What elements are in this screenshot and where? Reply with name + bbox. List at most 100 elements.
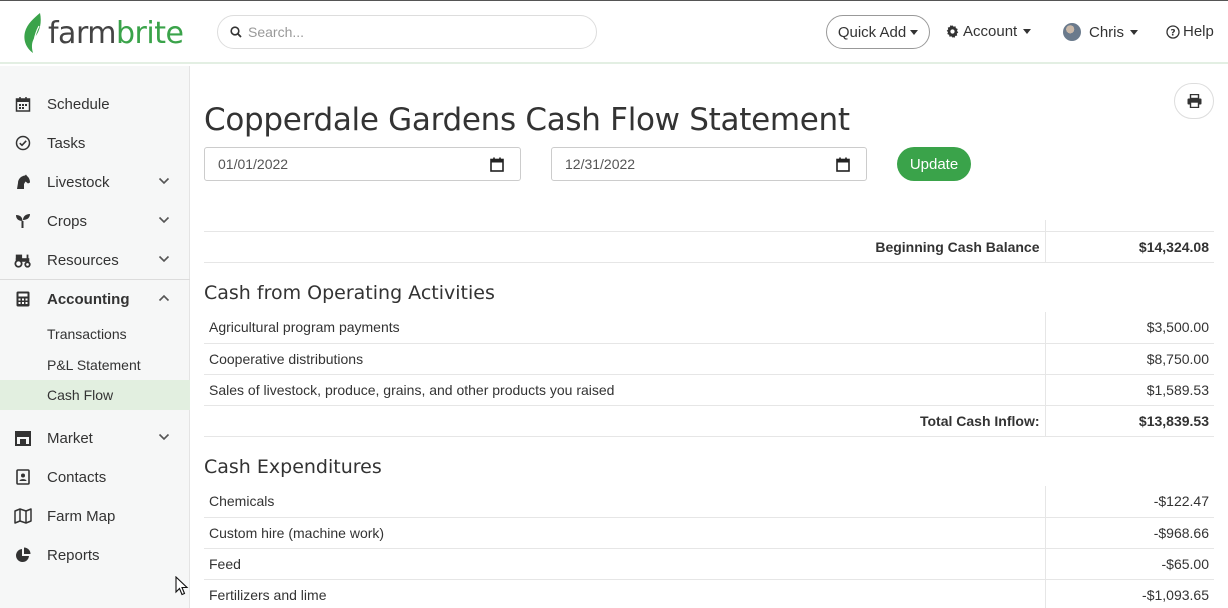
sidebar-item-schedule[interactable]: Schedule — [0, 85, 190, 123]
mouse-cursor-icon — [175, 576, 189, 596]
map-icon — [14, 507, 32, 525]
help-link[interactable]: ? Help — [1166, 23, 1214, 40]
table-row: Total Cash Inflow: $13,839.53 — [204, 404, 1214, 437]
inflow-amount: $8,750.00 — [1044, 342, 1214, 374]
sidebar-item-market[interactable]: Market — [0, 419, 190, 457]
expense-label: Feed — [204, 547, 1045, 579]
printer-icon — [1187, 94, 1201, 108]
store-icon — [14, 429, 32, 447]
logo-brite-text: brite — [115, 15, 184, 51]
sidebar-label: Contacts — [47, 468, 107, 486]
user-name: Chris — [1089, 23, 1125, 41]
avatar — [1063, 23, 1081, 41]
sidebar-item-reports[interactable]: Reports — [0, 536, 190, 574]
expense-amount: -$1,093.65 — [1044, 578, 1214, 608]
expenditures-heading: Cash Expenditures — [204, 456, 382, 478]
operating-activities-table: Agricultural program payments $3,500.00 … — [204, 312, 1214, 437]
leaf-logo-icon — [24, 13, 41, 54]
quick-add-label: Quick Add — [837, 23, 907, 41]
sidebar-subitem-transactions[interactable]: Transactions — [0, 319, 190, 349]
gear-icon — [946, 25, 959, 38]
sidebar-label: Reports — [47, 546, 100, 564]
inflow-label: Agricultural program payments — [209, 319, 400, 336]
beginning-balance-label: Beginning Cash Balance — [204, 230, 1045, 263]
sidebar-item-crops[interactable]: Crops — [0, 202, 190, 240]
seedling-icon — [14, 212, 32, 230]
start-date-input[interactable]: 01/01/2022 — [204, 147, 521, 181]
total-inflow-label: Total Cash Inflow: — [204, 404, 1045, 437]
caret-down-icon — [910, 29, 919, 35]
check-circle-icon — [14, 134, 32, 152]
page-title: Copperdale Gardens Cash Flow Statement — [204, 102, 850, 138]
print-button[interactable] — [1174, 83, 1214, 119]
quick-add-button[interactable]: Quick Add — [826, 15, 930, 49]
caret-down-icon — [1023, 29, 1032, 34]
search-box[interactable] — [217, 15, 597, 49]
sidebar-subitem-cash-flow[interactable]: Cash Flow — [0, 380, 190, 410]
calculator-icon — [14, 290, 32, 308]
expense-amount: -$122.47 — [1044, 486, 1214, 517]
expense-amount: -$65.00 — [1044, 547, 1214, 579]
help-label: Help — [1183, 23, 1214, 40]
sidebar-item-resources[interactable]: Resources — [0, 241, 190, 279]
account-label: Account — [963, 23, 1018, 40]
beginning-balance-table: Beginning Cash Balance $14,324.08 — [204, 220, 1214, 263]
sidebar-label: Farm Map — [47, 507, 116, 525]
sidebar-label: Market — [47, 429, 93, 447]
sidebar-label: Transactions — [47, 326, 127, 342]
table-row: Custom hire (machine work) -$968.66 — [204, 516, 1214, 548]
table-row: Agricultural program payments $3,500.00 — [204, 312, 1214, 343]
sidebar-label: Livestock — [47, 173, 110, 191]
update-button[interactable]: Update — [897, 147, 971, 181]
search-icon — [230, 26, 242, 38]
chevron-down-icon — [158, 255, 170, 263]
sidebar-label: Schedule — [47, 95, 110, 113]
sidebar-label: Crops — [47, 212, 88, 230]
calendar-icon — [14, 95, 32, 113]
inflow-amount: $3,500.00 — [1044, 312, 1214, 343]
calendar-picker-icon[interactable] — [490, 157, 504, 172]
inflow-amount: $1,589.53 — [1044, 373, 1214, 405]
sidebar-label: Resources — [47, 251, 119, 269]
sidebar-label: P&L Statement — [47, 357, 141, 373]
sidebar-item-accounting[interactable]: Accounting — [0, 280, 190, 318]
sidebar-item-contacts[interactable]: Contacts — [0, 458, 190, 496]
start-date-value: 01/01/2022 — [218, 156, 289, 172]
account-menu[interactable]: Account — [946, 23, 1032, 40]
operating-activities-heading: Cash from Operating Activities — [204, 282, 495, 304]
inflow-label: Cooperative distributions — [204, 342, 1045, 374]
search-input[interactable] — [248, 24, 568, 40]
sidebar-label: Cash Flow — [47, 387, 114, 403]
logo-farm-text: farm — [48, 15, 116, 51]
expense-label: Custom hire (machine work) — [204, 516, 1045, 548]
table-row: Chemicals -$122.47 — [204, 486, 1214, 517]
sidebar-item-livestock[interactable]: Livestock — [0, 163, 190, 201]
table-row — [204, 220, 1214, 231]
chevron-down-icon — [158, 177, 170, 185]
sidebar: Schedule Tasks Livestock Crops Resources… — [0, 66, 190, 608]
beginning-balance-value: $14,324.08 — [1044, 230, 1214, 263]
expense-amount: -$968.66 — [1044, 516, 1214, 548]
farmbrite-logo[interactable]: farmbrite — [22, 11, 184, 55]
pie-chart-icon — [14, 546, 32, 564]
expense-label: Fertilizers and lime — [204, 578, 1045, 608]
caret-down-icon — [1130, 29, 1139, 35]
table-row: Feed -$65.00 — [204, 547, 1214, 579]
tractor-icon — [14, 251, 32, 269]
user-menu[interactable]: Chris — [1063, 23, 1139, 41]
sidebar-label: Accounting — [47, 290, 130, 308]
address-book-icon — [14, 468, 32, 486]
svg-text:?: ? — [1170, 28, 1175, 38]
table-row: Fertilizers and lime -$1,093.65 — [204, 578, 1214, 608]
expense-label: Chemicals — [209, 493, 275, 510]
chevron-down-icon — [158, 216, 170, 224]
expenditures-table: Chemicals -$122.47 Custom hire (machine … — [204, 486, 1214, 608]
sidebar-item-tasks[interactable]: Tasks — [0, 124, 190, 162]
table-row: Beginning Cash Balance $14,324.08 — [204, 230, 1214, 263]
table-row: Cooperative distributions $8,750.00 — [204, 342, 1214, 374]
sidebar-item-farm-map[interactable]: Farm Map — [0, 497, 190, 535]
end-date-input[interactable]: 12/31/2022 — [551, 147, 867, 181]
sidebar-subitem-pl-statement[interactable]: P&L Statement — [0, 350, 190, 380]
calendar-picker-icon[interactable] — [836, 157, 850, 172]
top-header: farmbrite Quick Add Account Chris ? Help — [0, 0, 1228, 64]
